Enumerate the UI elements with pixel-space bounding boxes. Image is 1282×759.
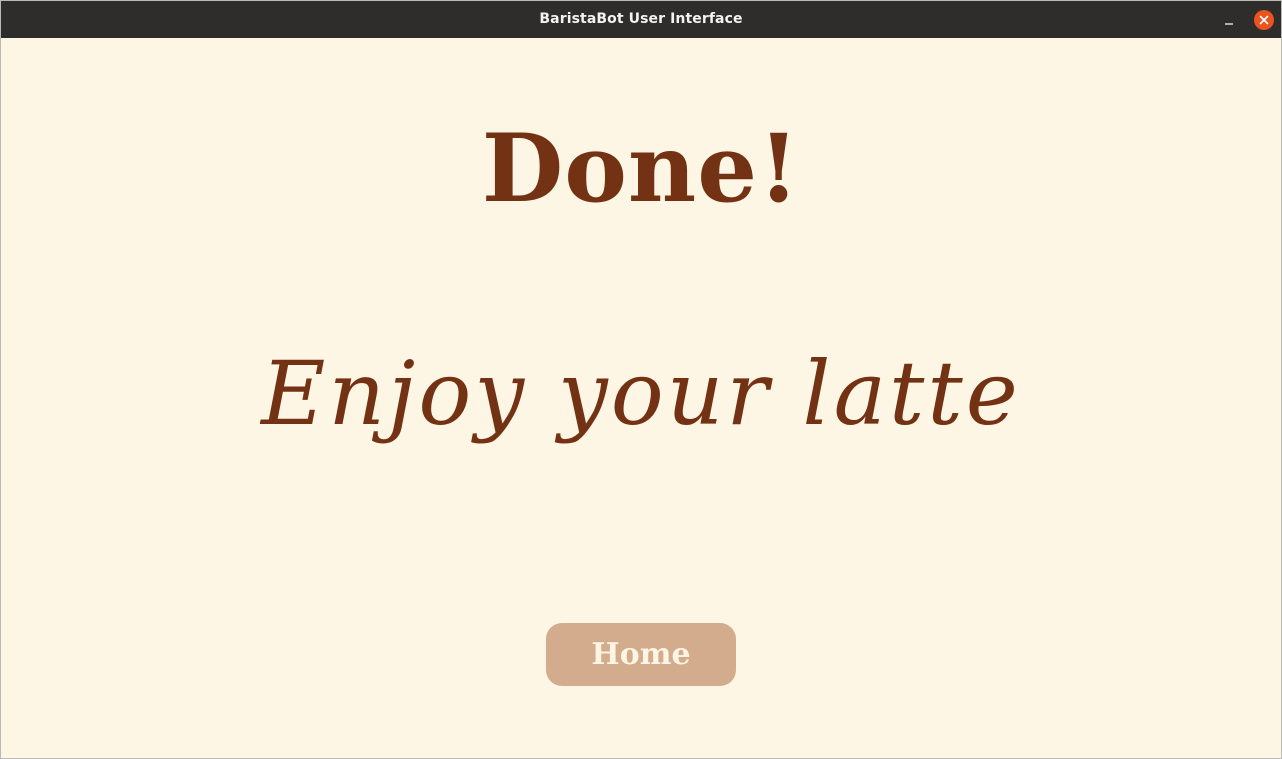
minimize-button[interactable] — [1217, 10, 1239, 30]
done-heading: Done! — [481, 114, 801, 224]
close-button[interactable] — [1254, 10, 1274, 30]
enjoy-message: Enjoy your latte — [261, 342, 1021, 445]
close-icon — [1259, 15, 1269, 25]
main-content: Done! Enjoy your latte Home — [1, 38, 1281, 758]
app-window: BaristaBot User Interface Done! Enjoy yo… — [0, 0, 1282, 759]
home-button[interactable]: Home — [546, 623, 736, 686]
title-bar[interactable]: BaristaBot User Interface — [1, 1, 1281, 38]
window-title: BaristaBot User Interface — [539, 11, 743, 27]
minimize-icon — [1225, 23, 1233, 25]
